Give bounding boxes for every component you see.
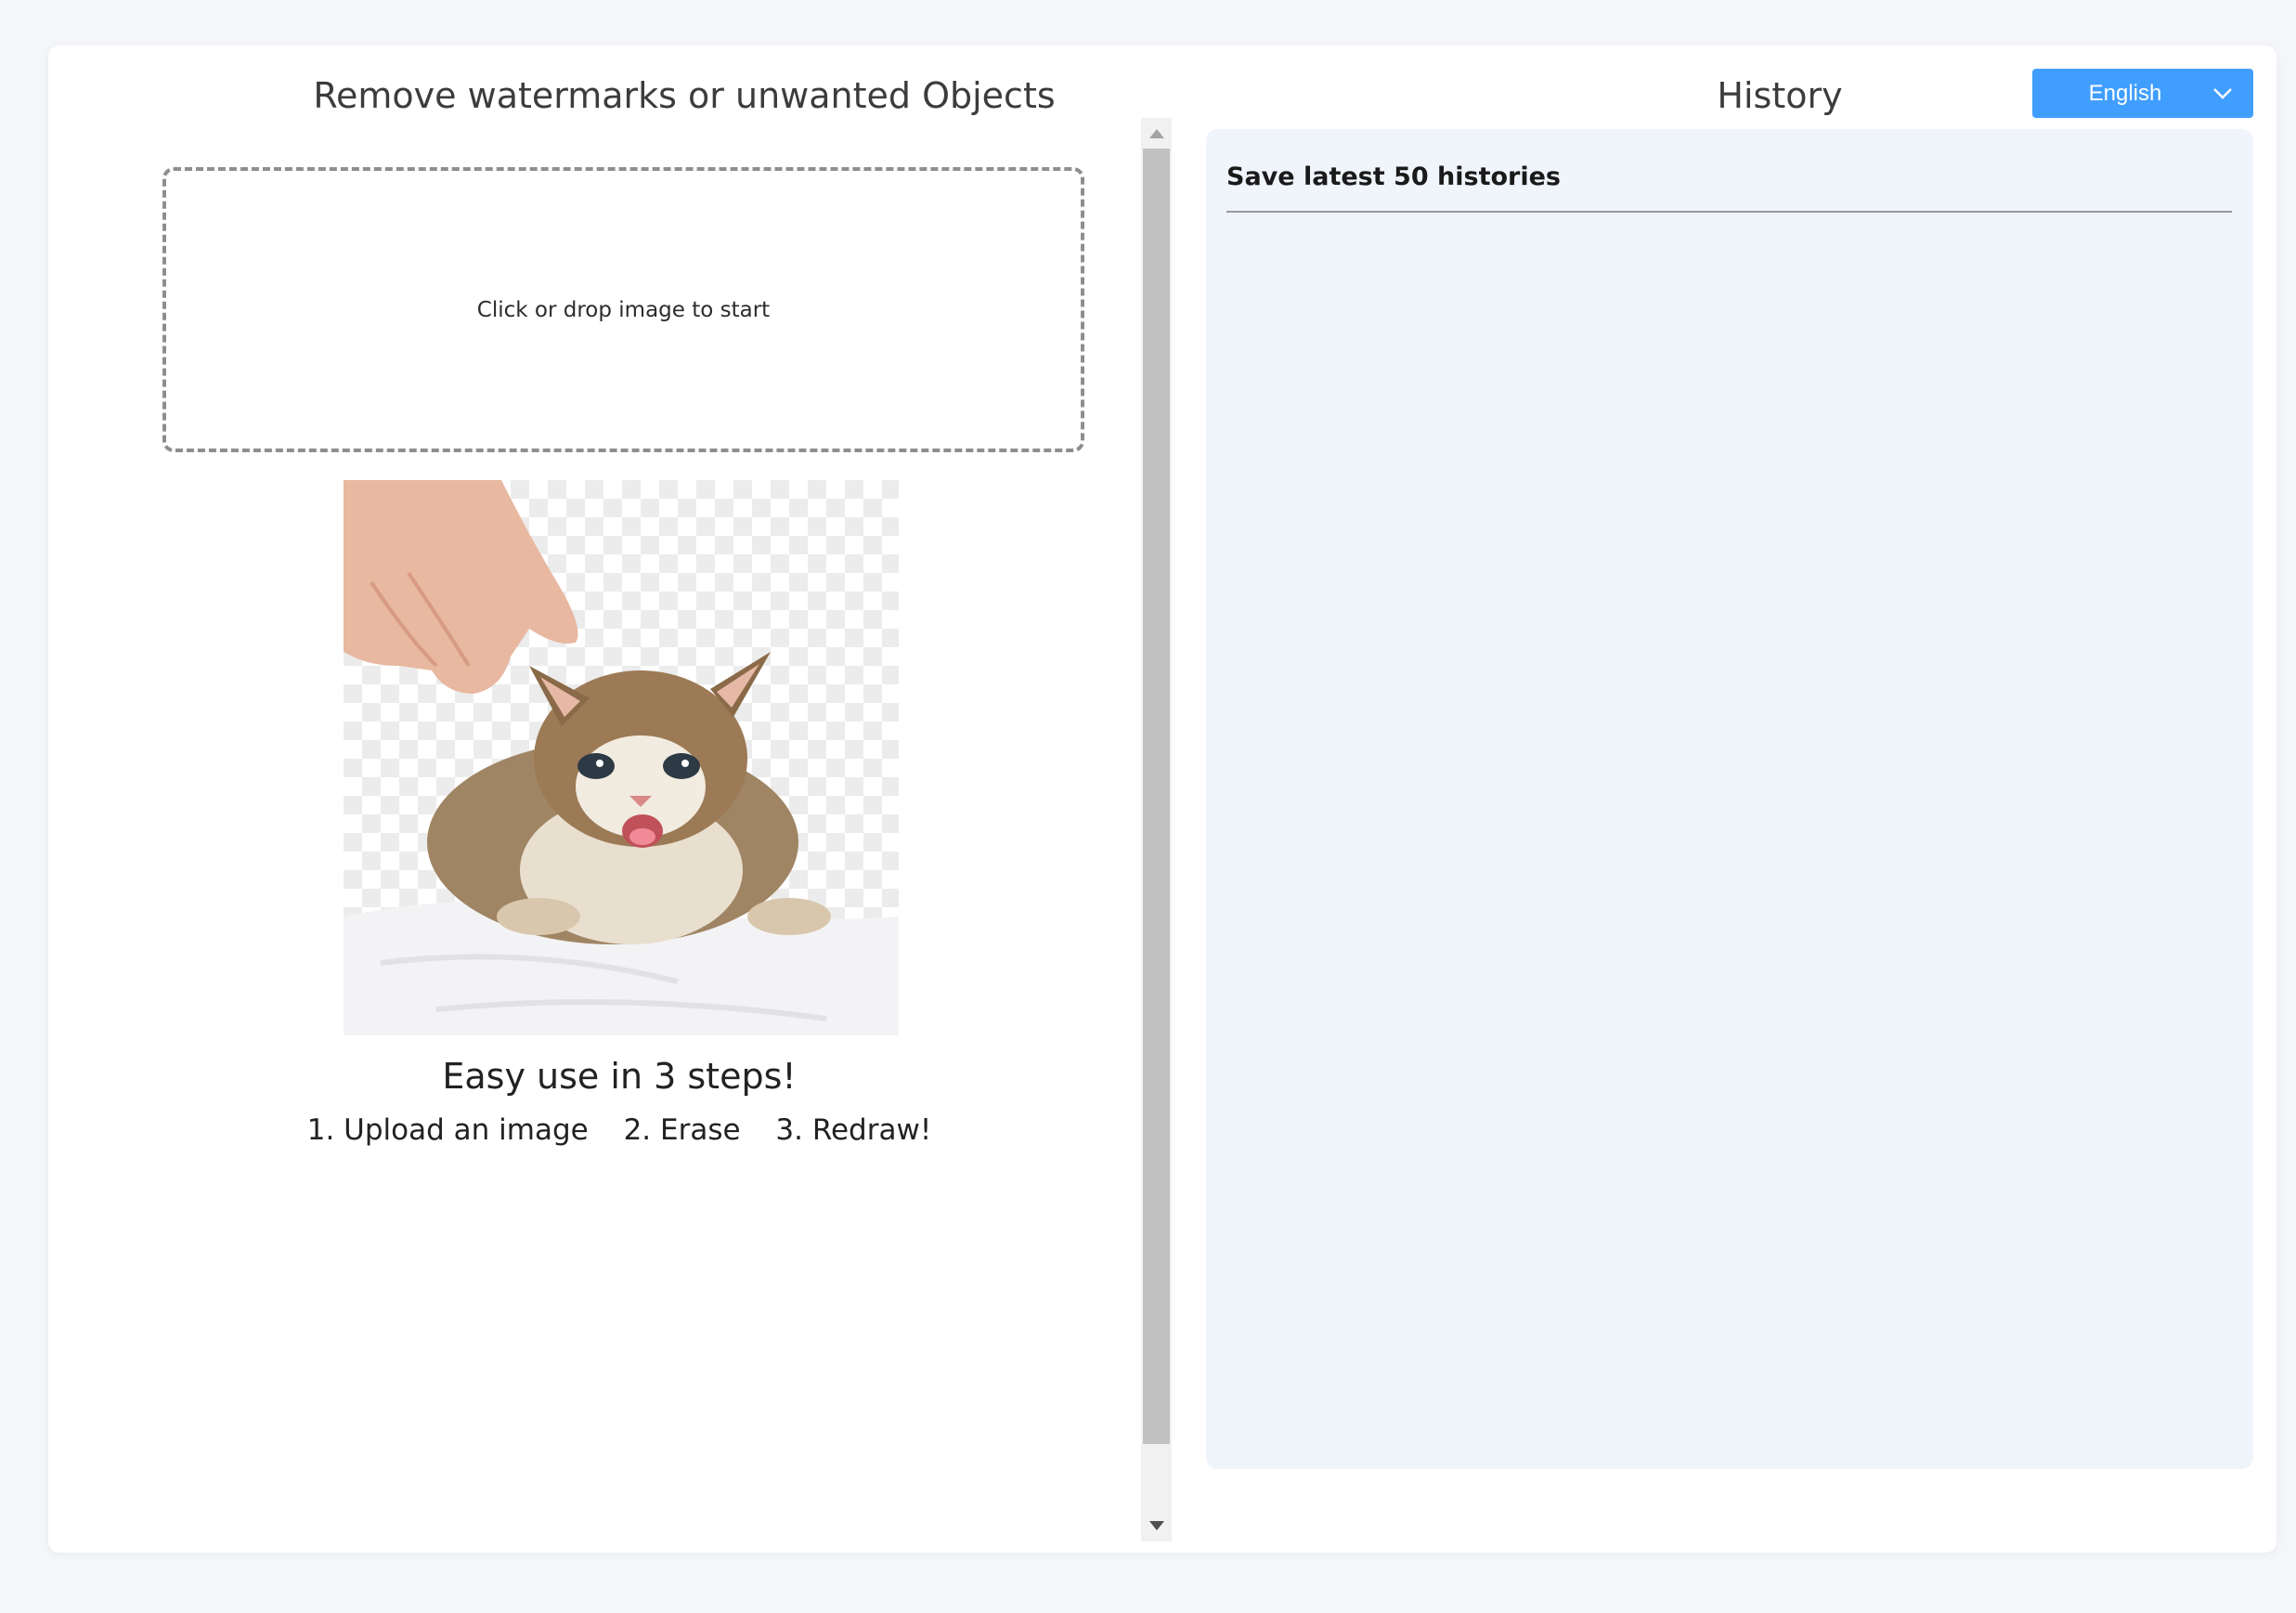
- step-upload: 1. Upload an image: [306, 1113, 589, 1147]
- history-divider: [1226, 211, 2232, 213]
- history-panel: Save latest 50 histories: [1206, 129, 2253, 1469]
- step-erase: 2. Erase: [623, 1113, 741, 1147]
- vertical-scrollbar[interactable]: [1141, 118, 1172, 1541]
- image-dropzone[interactable]: Click or drop image to start: [162, 167, 1084, 452]
- scroll-down-arrow-icon[interactable]: [1149, 1521, 1164, 1530]
- scroll-thumb[interactable]: [1143, 149, 1170, 1444]
- language-selected-label: English: [2088, 80, 2162, 106]
- step-redraw: 3. Redraw!: [775, 1113, 932, 1147]
- page-title: Remove watermarks or unwanted Objects: [313, 75, 1056, 116]
- steps-title: Easy use in 3 steps!: [442, 1056, 797, 1097]
- history-header: Save latest 50 histories: [1226, 163, 1561, 191]
- steps-list: 1. Upload an image 2. Erase 3. Redraw!: [188, 1113, 1051, 1147]
- main-card: Remove watermarks or unwanted Objects Cl…: [48, 46, 2277, 1553]
- scroll-up-arrow-icon[interactable]: [1149, 129, 1164, 138]
- language-select[interactable]: English: [2032, 69, 2253, 118]
- chevron-down-icon: [2212, 84, 2233, 110]
- dropzone-label: Click or drop image to start: [476, 297, 771, 322]
- kitten-demo-image: [344, 480, 899, 1035]
